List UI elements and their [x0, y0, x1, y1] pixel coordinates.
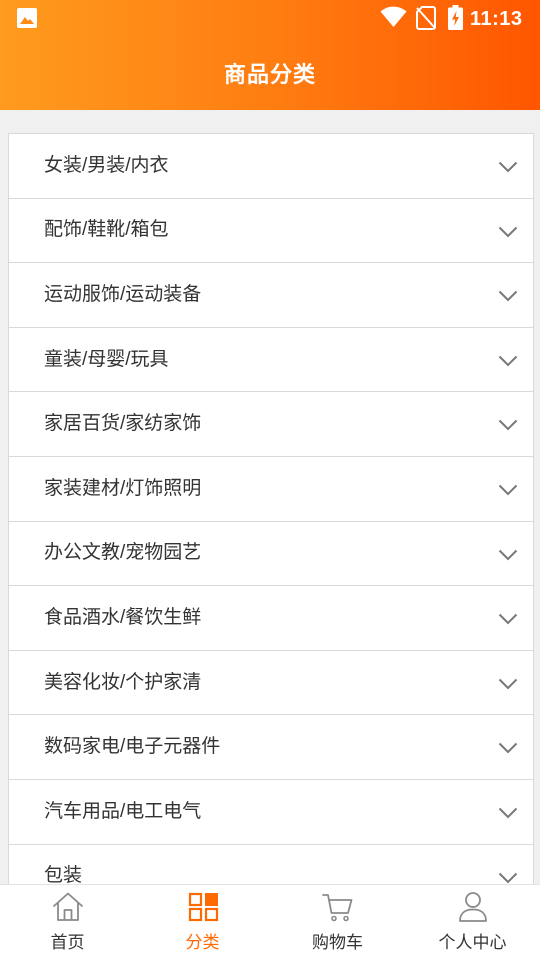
nav-item-category[interactable]: 分类: [135, 885, 270, 960]
chevron-down-icon: [498, 355, 518, 367]
chevron-down-icon: [498, 872, 518, 883]
person-icon: [458, 892, 487, 922]
chevron-down-icon: [498, 613, 518, 625]
app-screen: 11:13 商品分类 女装/男装/内衣 配饰/鞋靴/箱包 运动服饰/运动装备 童…: [0, 0, 540, 960]
category-label: 办公文教/宠物园艺: [44, 542, 202, 564]
cart-icon: [321, 894, 352, 922]
category-item[interactable]: 家装建材/灯饰照明: [9, 456, 533, 522]
category-item[interactable]: 美容化妆/个护家清: [9, 650, 533, 716]
home-icon: [52, 892, 83, 921]
category-label: 家装建材/灯饰照明: [44, 477, 202, 499]
nav-item-home[interactable]: 首页: [0, 885, 135, 960]
chevron-down-icon: [498, 290, 518, 302]
category-item[interactable]: 运动服饰/运动装备: [9, 263, 533, 328]
page-title: 商品分类: [223, 62, 316, 87]
category-item[interactable]: 汽车用品/电工电气: [9, 779, 533, 845]
chevron-down-icon: [498, 807, 518, 819]
category-label: 食品酒水/餐饮生鲜: [44, 606, 202, 628]
battery-charging-icon: [448, 5, 463, 30]
category-item[interactable]: 数码家电/电子元器件: [9, 715, 533, 780]
status-time: 11:13: [470, 8, 523, 30]
status-bar: 11:13: [0, 0, 540, 36]
category-list: 女装/男装/内衣 配饰/鞋靴/箱包 运动服饰/运动装备 童装/母婴/玩具 家居百…: [8, 133, 534, 884]
category-item[interactable]: 女装/男装/内衣: [9, 134, 533, 199]
bottom-nav: 首页 分类 购物车 个人中心: [0, 884, 540, 960]
chevron-down-icon: [498, 743, 518, 754]
chevron-down-icon: [498, 226, 518, 238]
nav-label: 分类: [185, 933, 220, 952]
category-item[interactable]: 童装/母婴/玩具: [9, 327, 533, 393]
category-label: 家居百货/家纺家饰: [44, 413, 202, 435]
category-label: 配饰/鞋靴/箱包: [44, 219, 169, 241]
nav-item-cart[interactable]: 购物车: [270, 885, 405, 960]
nav-item-profile[interactable]: 个人中心: [405, 885, 540, 960]
chevron-down-icon: [498, 484, 518, 496]
chevron-down-icon: [498, 161, 518, 173]
chevron-down-icon: [498, 420, 518, 431]
category-label: 运动服饰/运动装备: [44, 283, 202, 305]
content-area[interactable]: 女装/男装/内衣 配饰/鞋靴/箱包 运动服饰/运动装备 童装/母婴/玩具 家居百…: [0, 110, 540, 884]
category-item[interactable]: 办公文教/宠物园艺: [9, 521, 533, 587]
category-item[interactable]: 配饰/鞋靴/箱包: [9, 198, 533, 264]
nav-label: 购物车: [312, 933, 363, 952]
wifi-icon: [380, 6, 407, 27]
category-item[interactable]: 家居百货/家纺家饰: [9, 392, 533, 457]
category-item[interactable]: 食品酒水/餐饮生鲜: [9, 586, 533, 651]
nav-label: 个人中心: [438, 933, 507, 952]
category-grid-icon: [188, 892, 218, 922]
nav-label: 首页: [50, 933, 85, 952]
category-label: 童装/母婴/玩具: [44, 348, 169, 370]
app-header: 商品分类: [0, 36, 540, 110]
category-label: 汽车用品/电工电气: [44, 800, 202, 822]
category-label: 女装/男装/内衣: [44, 154, 169, 176]
category-label: 数码家电/电子元器件: [44, 736, 221, 758]
chevron-down-icon: [498, 678, 518, 690]
category-label: 包装: [44, 865, 83, 884]
category-item[interactable]: 包装: [9, 844, 533, 884]
image-notification-icon: [17, 8, 37, 28]
category-label: 美容化妆/个护家清: [44, 671, 202, 693]
no-sim-icon: [416, 6, 436, 30]
chevron-down-icon: [498, 549, 518, 560]
